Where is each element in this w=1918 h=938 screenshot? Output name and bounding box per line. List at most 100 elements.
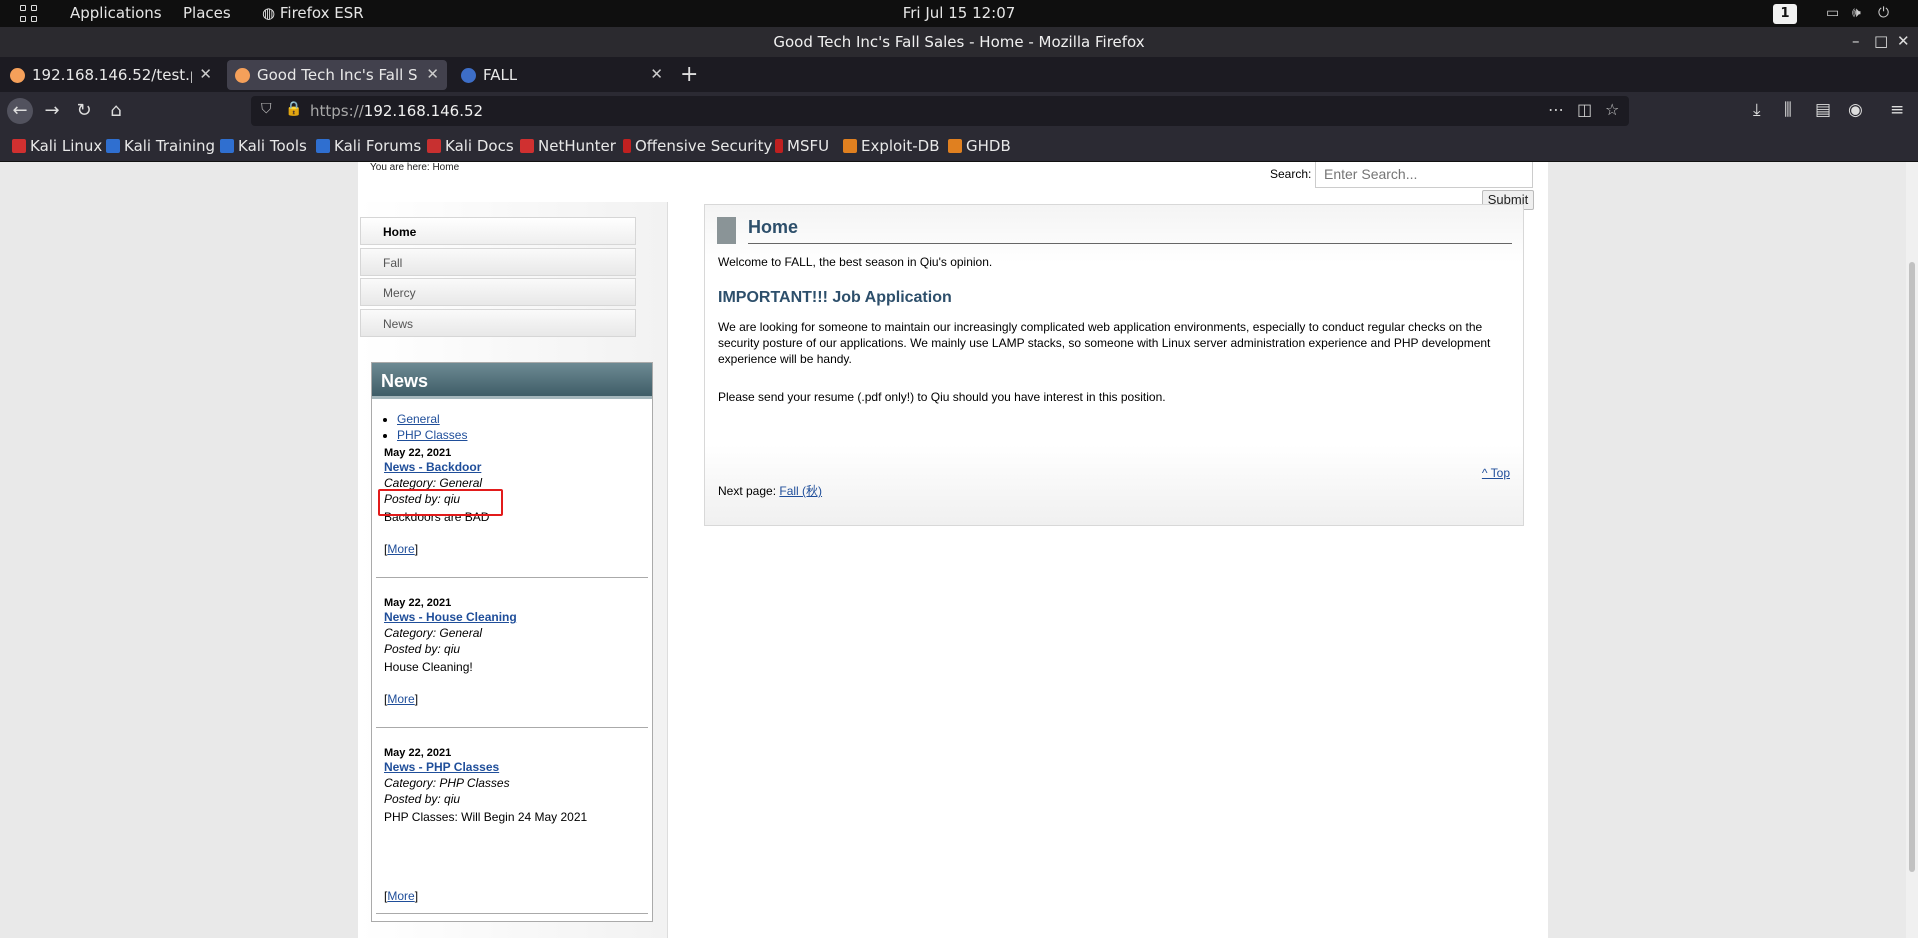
account-icon[interactable]: ◉ xyxy=(1848,100,1863,120)
favicon-icon xyxy=(235,68,250,83)
news-body: House Cleaning! xyxy=(384,660,473,674)
page-scrollbar[interactable] xyxy=(1906,162,1918,938)
system-top-bar: Applications Places ◍ Firefox ESR Fri Ju… xyxy=(0,0,1918,27)
exploit-db-icon xyxy=(843,139,857,153)
next-page-link[interactable]: Fall (秋) xyxy=(779,484,822,498)
news-entry: May 22, 2021 News - PHP Classes Category… xyxy=(384,747,646,907)
places-menu[interactable]: Places xyxy=(183,4,231,22)
tracking-shield-icon[interactable]: ⛉ xyxy=(261,101,272,117)
downloads-icon[interactable]: ⤓ xyxy=(1753,100,1761,120)
news-posted-by: Posted by: qiu xyxy=(384,792,461,806)
insecure-lock-icon[interactable]: 🔒 xyxy=(285,101,302,117)
news-posted-by: Posted by: qiu xyxy=(384,642,461,656)
page-actions-icon[interactable]: ⋯ xyxy=(1548,100,1564,119)
more-link[interactable]: More xyxy=(387,692,414,706)
workspace-indicator[interactable]: 1 xyxy=(1773,4,1797,24)
library-icon[interactable]: ⫼ xyxy=(1784,100,1792,120)
reload-button[interactable]: ↻ xyxy=(71,98,97,124)
window-title: Good Tech Inc's Fall Sales - Home - Mozi… xyxy=(773,33,1145,51)
bookmark-nethunter[interactable]: NetHunter xyxy=(520,137,616,155)
bookmark-msfu[interactable]: MSFU xyxy=(775,137,829,155)
kali-tools-icon xyxy=(220,139,234,153)
kali-training-icon xyxy=(106,139,120,153)
menu-item-mercy[interactable]: Mercy xyxy=(360,278,636,306)
menu-item-home[interactable]: Home xyxy=(360,217,636,245)
bookmark-kali-docs[interactable]: Kali Docs xyxy=(427,137,514,155)
bookmark-ghdb[interactable]: GHDB xyxy=(948,137,1011,155)
news-box: News General PHP Classes May 22, 2021 Ne… xyxy=(371,362,653,922)
app-grid-icon[interactable] xyxy=(20,5,38,23)
url-bar[interactable]: ⛉ 🔒 https://192.168.146.52 ⋯ ◫ ☆ xyxy=(251,96,1629,126)
tab-close-icon[interactable]: ✕ xyxy=(650,65,663,83)
bookmark-offensive-security[interactable]: Offensive Security xyxy=(623,137,772,155)
news-body: PHP Classes: Will Begin 24 May 2021 xyxy=(384,810,588,824)
tab-home[interactable]: Good Tech Inc's Fall Sales - Home ✕ xyxy=(227,60,447,90)
bookmarks-toolbar: Kali Linux Kali Training Kali Tools Kali… xyxy=(0,130,1918,162)
kali-forums-icon xyxy=(316,139,330,153)
more-link[interactable]: More xyxy=(387,542,414,556)
new-tab-button[interactable]: + xyxy=(680,62,698,87)
tab-close-icon[interactable]: ✕ xyxy=(426,65,439,83)
bookmark-kali-training[interactable]: Kali Training xyxy=(106,137,215,155)
news-title-link[interactable]: News - Backdoor xyxy=(384,460,646,474)
heading-divider xyxy=(748,243,1512,244)
sidebar-icon[interactable]: ▤ xyxy=(1815,100,1831,120)
search-input[interactable] xyxy=(1315,162,1533,188)
minimize-icon[interactable]: – xyxy=(1852,32,1860,50)
category-php-classes-link[interactable]: PHP Classes xyxy=(397,428,467,442)
resume-instructions: Please send your resume (.pdf only!) to … xyxy=(718,390,1166,404)
firefox-taskbar-item[interactable]: ◍ Firefox ESR xyxy=(262,4,364,22)
forward-button[interactable]: → xyxy=(39,98,65,124)
display-icon[interactable]: ▭ xyxy=(1826,5,1839,21)
more-link[interactable]: More xyxy=(387,889,414,903)
home-button[interactable]: ⌂ xyxy=(103,98,129,124)
category-general-link[interactable]: General xyxy=(397,412,440,426)
offsec-icon xyxy=(623,139,631,153)
page-title: Home xyxy=(748,217,799,237)
ghdb-icon xyxy=(948,139,962,153)
news-separator xyxy=(376,577,648,578)
news-category: Category: General xyxy=(384,626,483,640)
kali-dragon-icon xyxy=(12,139,26,153)
next-page: Next page: Fall (秋) xyxy=(718,482,822,499)
navigation-toolbar: ← → ↻ ⌂ ⛉ 🔒 https://192.168.146.52 ⋯ ◫ ☆… xyxy=(0,92,1918,130)
job-heading: IMPORTANT!!! Job Application xyxy=(718,289,952,306)
volume-icon[interactable]: 🕪 xyxy=(1852,5,1861,21)
news-title-link[interactable]: News - House Cleaning xyxy=(384,610,646,624)
heading-marker xyxy=(717,217,736,244)
url-text[interactable]: https://192.168.146.52 xyxy=(310,102,483,120)
news-separator xyxy=(376,913,648,914)
bookmark-kali-linux[interactable]: Kali Linux xyxy=(12,137,102,155)
search-label: Search: xyxy=(1270,167,1312,181)
bookmark-kali-forums[interactable]: Kali Forums xyxy=(316,137,421,155)
top-link[interactable]: ^ Top xyxy=(1482,466,1510,480)
back-button[interactable]: ← xyxy=(7,98,33,124)
nethunter-icon xyxy=(520,139,534,153)
pocket-icon[interactable]: ◫ xyxy=(1577,100,1592,119)
maximize-icon[interactable]: □ xyxy=(1874,32,1888,50)
page-viewport: You are here: Home Search: Submit Home F… xyxy=(0,162,1918,938)
bookmark-star-icon[interactable]: ☆ xyxy=(1605,100,1619,119)
news-title-link[interactable]: News - PHP Classes xyxy=(384,760,646,774)
msfu-icon xyxy=(775,139,783,153)
tab-fall[interactable]: FALL ✕ xyxy=(453,60,671,90)
bookmark-exploit-db[interactable]: Exploit-DB xyxy=(843,137,940,155)
close-window-icon[interactable]: ✕ xyxy=(1897,32,1910,50)
page-container: You are here: Home Search: Submit Home F… xyxy=(358,162,1548,938)
news-categories: General PHP Classes xyxy=(397,411,467,443)
annotation-highlight-box xyxy=(378,489,503,516)
news-date: May 22, 2021 xyxy=(384,597,452,609)
power-icon[interactable]: ⏻ xyxy=(1878,5,1889,21)
left-sidebar: Home Fall Mercy News News General PHP Cl… xyxy=(358,202,668,938)
main-content-box: Home Welcome to FALL, the best season in… xyxy=(704,204,1524,526)
scrollbar-thumb[interactable] xyxy=(1909,262,1915,872)
news-more: [More] xyxy=(384,889,419,903)
tab-close-icon[interactable]: ✕ xyxy=(199,65,212,83)
applications-menu[interactable]: Applications xyxy=(70,4,162,22)
menu-item-news[interactable]: News xyxy=(360,309,636,337)
tab-test-php[interactable]: 192.168.146.52/test.php? ✕ xyxy=(2,60,220,90)
bookmark-kali-tools[interactable]: Kali Tools xyxy=(220,137,307,155)
hamburger-menu-icon[interactable]: ≡ xyxy=(1890,100,1904,120)
menu-item-fall[interactable]: Fall xyxy=(360,248,636,276)
news-separator xyxy=(376,727,648,728)
